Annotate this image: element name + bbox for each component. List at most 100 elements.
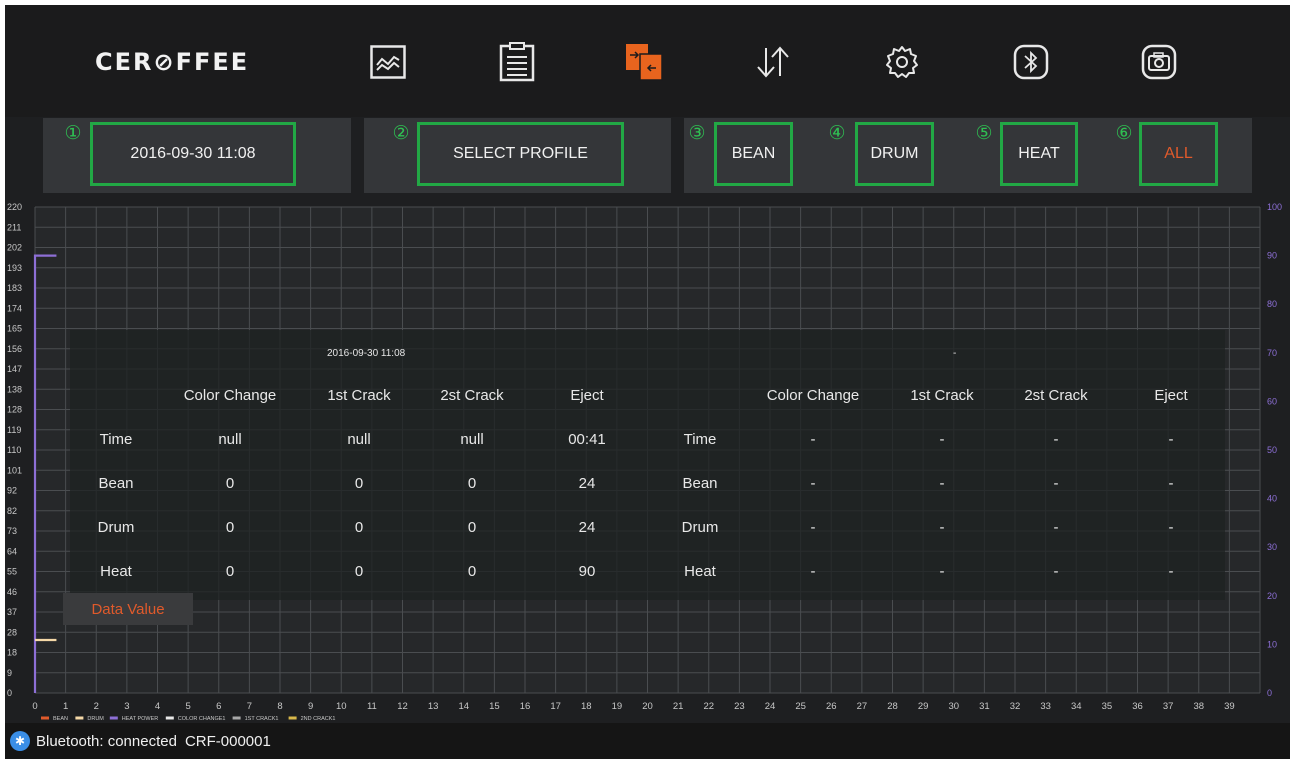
left-column-header: Color Change: [183, 387, 277, 404]
x-tick-label: 11: [367, 701, 377, 712]
y-right-tick-label: 100: [1267, 202, 1282, 212]
y-left-tick-label: 156: [7, 344, 22, 354]
x-tick-label: 27: [857, 701, 868, 712]
clipboard-icon[interactable]: [496, 41, 538, 83]
y-left-tick-label: 73: [7, 526, 17, 536]
x-tick-label: 1: [63, 701, 68, 712]
badge-3: ③: [688, 122, 706, 144]
x-tick-label: 24: [765, 701, 776, 712]
left-value-cell: 0: [225, 519, 235, 536]
x-tick-label: 15: [489, 701, 500, 712]
y-left-tick-label: 220: [7, 202, 22, 212]
left-row-label: Bean: [98, 475, 134, 492]
right-row-label: Bean: [682, 475, 718, 492]
y-right-tick-label: 30: [1267, 542, 1277, 552]
y-right-tick-label: 70: [1267, 348, 1277, 358]
left-row-label: Heat: [100, 563, 132, 580]
bluetooth-status-icon: ✱: [10, 731, 30, 751]
x-tick-label: 18: [581, 701, 592, 712]
left-value-cell: 0: [354, 519, 364, 536]
y-left-tick-label: 211: [7, 222, 21, 232]
select-profile-button[interactable]: SELECT PROFILE: [417, 122, 624, 186]
x-tick-label: 22: [703, 701, 714, 712]
right-value-cell: -: [1168, 519, 1174, 536]
x-tick-label: 35: [1102, 701, 1113, 712]
data-value-overlay: 2016-09-30 11:08 - Color Change Color Cha…: [70, 330, 1225, 600]
badge-2: ②: [392, 122, 410, 144]
y-left-tick-label: 9: [7, 668, 12, 678]
y-left-tick-label: 110: [7, 445, 21, 455]
bluetooth-icon[interactable]: [1010, 41, 1052, 83]
left-value-cell: 0: [467, 519, 477, 536]
compare-files-icon[interactable]: [624, 41, 666, 83]
y-right-tick-label: 80: [1267, 299, 1277, 309]
data-value-button[interactable]: Data Value: [63, 593, 193, 625]
y-right-tick-label: 0: [1267, 688, 1272, 698]
x-tick-label: 33: [1040, 701, 1051, 712]
right-row-label: Drum: [681, 519, 719, 536]
x-tick-label: 28: [887, 701, 898, 712]
left-column-header: 1st Crack: [327, 387, 391, 404]
y-left-tick-label: 82: [7, 506, 17, 516]
legend-label: 1ST CRACK1: [245, 716, 279, 722]
x-tick-label: 14: [458, 701, 469, 712]
x-tick-label: 23: [734, 701, 745, 712]
left-row-label: Drum: [97, 519, 135, 536]
x-tick-label: 20: [642, 701, 653, 712]
app-window: CER⊘FFEE ① ② ③ ④ ⑤ ⑥ 2016-09-30 11:08 SE…: [5, 5, 1290, 759]
bluetooth-status-text: Bluetooth: connected: [36, 732, 177, 750]
left-row-label: Time: [99, 431, 133, 448]
heat-toggle-button[interactable]: HEAT: [1000, 122, 1078, 186]
legend-label: COLOR CHANGE1: [178, 716, 226, 722]
right-value-cell: -: [1168, 431, 1174, 448]
right-value-cell: -: [939, 563, 945, 580]
x-tick-label: 6: [216, 701, 221, 712]
x-tick-label: 30: [948, 701, 959, 712]
x-tick-label: 32: [1010, 701, 1021, 712]
y-left-tick-label: 101: [7, 465, 22, 475]
x-tick-label: 38: [1193, 701, 1204, 712]
left-value-cell: 00:41: [568, 431, 606, 448]
bean-toggle-button[interactable]: BEAN: [714, 122, 793, 186]
status-bar: ✱ Bluetooth: connected CRF-000001: [5, 723, 1290, 759]
y-left-tick-label: 92: [7, 486, 17, 496]
y-left-tick-label: 128: [7, 405, 22, 415]
right-value-cell: -: [1053, 519, 1059, 536]
drum-toggle-button[interactable]: DRUM: [855, 122, 934, 186]
camera-icon[interactable]: [1138, 41, 1180, 83]
y-right-tick-label: 40: [1267, 494, 1277, 504]
gear-icon[interactable]: [881, 41, 923, 83]
y-right-tick-label: 60: [1267, 396, 1277, 406]
y-left-tick-label: 119: [7, 425, 21, 435]
right-value-cell: -: [939, 475, 945, 492]
x-tick-label: 29: [918, 701, 929, 712]
up-down-arrows-icon[interactable]: [752, 41, 794, 83]
right-profile-timestamp: -: [953, 348, 957, 359]
x-tick-label: 7: [247, 701, 252, 712]
x-tick-label: 19: [612, 701, 623, 712]
y-left-tick-label: 64: [7, 546, 17, 556]
right-column-header: Eject: [1154, 387, 1188, 404]
date-select-button[interactable]: 2016-09-30 11:08: [90, 122, 296, 186]
x-tick-label: 17: [550, 701, 561, 712]
badge-1: ①: [64, 122, 82, 144]
line-chart-icon[interactable]: [367, 41, 409, 83]
left-value-cell: 24: [578, 475, 596, 492]
right-column-header: Color Change: [766, 387, 860, 404]
x-tick-label: 10: [336, 701, 347, 712]
x-tick-label: 25: [795, 701, 806, 712]
y-right-tick-label: 90: [1267, 251, 1277, 261]
legend-label: BEAN: [53, 716, 68, 722]
left-column-header: 2st Crack: [440, 387, 504, 404]
all-toggle-button[interactable]: ALL: [1139, 122, 1218, 186]
device-id: CRF-000001: [184, 732, 271, 750]
badge-6: ⑥: [1115, 122, 1133, 144]
y-left-tick-label: 55: [7, 567, 17, 577]
left-value-cell: 0: [225, 475, 235, 492]
left-value-cell: 0: [354, 475, 364, 492]
y-right-tick-label: 20: [1267, 591, 1277, 601]
right-value-cell: -: [810, 519, 816, 536]
y-left-tick-label: 0: [7, 688, 12, 698]
y-left-tick-label: 18: [7, 648, 17, 658]
x-tick-label: 16: [520, 701, 531, 712]
